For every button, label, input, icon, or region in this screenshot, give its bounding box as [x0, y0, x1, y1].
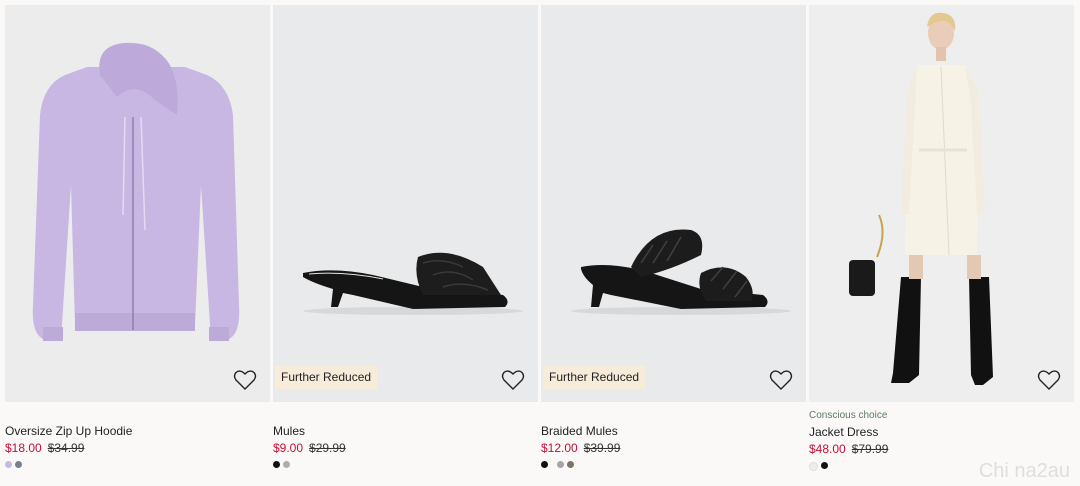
watermark: Chi na2au — [978, 460, 1070, 482]
original-price: $39.99 — [583, 441, 621, 455]
sale-price: $9.00 — [273, 441, 304, 455]
product-card[interactable]: Conscious choice Jacket Dress $48.00 $79.… — [809, 5, 1074, 483]
product-card[interactable]: Further Reduced Mules $9.00 $29.99 — [273, 5, 538, 483]
color-swatch[interactable] — [557, 461, 564, 468]
color-swatches — [5, 461, 270, 469]
color-swatch[interactable] — [567, 461, 574, 468]
product-info: Braided Mules $12.00 $39.99 — [541, 409, 806, 469]
product-info: Mules $9.00 $29.99 — [273, 409, 538, 469]
color-swatch[interactable] — [273, 461, 280, 468]
product-card[interactable]: Further Reduced Braided Mules $12.00 $39.… — [541, 5, 806, 483]
product-price: $18.00 $34.99 — [5, 441, 270, 455]
product-price: $12.00 $39.99 — [541, 441, 806, 455]
conscious-choice-label: Conscious choice — [809, 410, 888, 421]
original-price: $34.99 — [47, 441, 85, 455]
color-swatch[interactable] — [809, 462, 818, 471]
product-name[interactable]: Braided Mules — [541, 424, 806, 438]
color-swatch[interactable] — [821, 462, 828, 469]
sale-price: $48.00 — [809, 442, 846, 456]
sale-price: $12.00 — [541, 441, 578, 455]
sale-price: $18.00 — [5, 441, 42, 455]
color-swatch[interactable] — [15, 461, 22, 468]
original-price: $79.99 — [851, 442, 889, 456]
product-image[interactable] — [273, 5, 538, 402]
product-image[interactable] — [809, 5, 1074, 402]
favorite-heart-icon[interactable] — [769, 369, 793, 391]
further-reduced-badge: Further Reduced — [275, 366, 378, 389]
hoodie-illustration — [32, 42, 240, 341]
favorite-heart-icon[interactable] — [233, 369, 257, 391]
favorite-heart-icon[interactable] — [1037, 369, 1061, 391]
further-reduced-badge: Further Reduced — [543, 366, 646, 389]
color-swatches — [541, 461, 806, 469]
product-image[interactable] — [5, 5, 270, 402]
color-swatch[interactable] — [5, 461, 12, 468]
product-info: Oversize Zip Up Hoodie $18.00 $34.99 — [5, 409, 270, 469]
product-card[interactable]: Oversize Zip Up Hoodie $18.00 $34.99 — [5, 5, 270, 483]
product-name[interactable]: Oversize Zip Up Hoodie — [5, 424, 270, 438]
product-name[interactable]: Jacket Dress — [809, 425, 1074, 439]
braided-mules-illustration — [571, 229, 791, 315]
mules-illustration — [303, 252, 523, 315]
product-grid: Oversize Zip Up Hoodie $18.00 $34.99 Furt… — [0, 0, 1080, 486]
color-swatch[interactable] — [283, 461, 290, 468]
product-price: $48.00 $79.99 — [809, 442, 1074, 456]
color-swatch[interactable] — [541, 461, 548, 468]
color-swatches — [273, 461, 538, 469]
product-name[interactable]: Mules — [273, 424, 538, 438]
product-image[interactable] — [541, 5, 806, 402]
product-price: $9.00 $29.99 — [273, 441, 538, 455]
favorite-heart-icon[interactable] — [501, 369, 525, 391]
original-price: $29.99 — [309, 441, 346, 455]
jacket-dress-model-illustration — [849, 12, 993, 385]
